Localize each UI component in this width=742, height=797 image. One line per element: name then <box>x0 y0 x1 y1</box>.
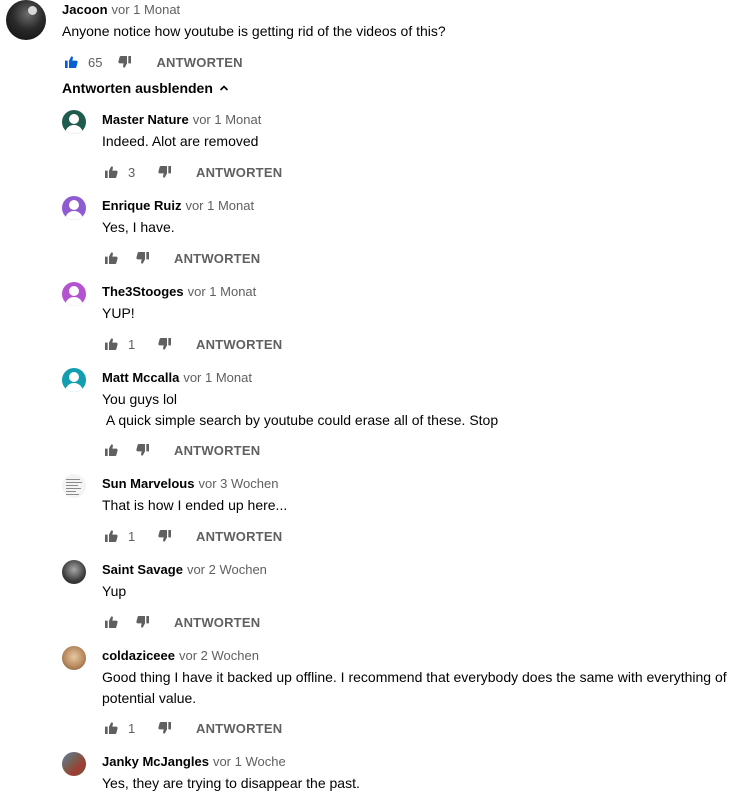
action-bar: 1 ANTWORTEN <box>102 332 282 356</box>
thumbs-up-icon[interactable] <box>102 719 120 737</box>
thumbs-down-icon[interactable] <box>156 163 174 181</box>
author-line: Sun Marvelous vor 3 Wochen <box>102 476 278 491</box>
like-count: 65 <box>88 54 103 70</box>
reply-button[interactable]: ANTWORTEN <box>174 443 260 458</box>
comment-time[interactable]: vor 3 Wochen <box>198 476 278 491</box>
reply-button[interactable]: ANTWORTEN <box>156 55 242 70</box>
author-line: Enrique Ruiz vor 1 Monat <box>102 198 254 213</box>
thumbs-up-icon[interactable] <box>102 441 120 459</box>
author-name[interactable]: Saint Savage <box>102 562 183 577</box>
comment-text: Good thing I have it backed up offline. … <box>102 669 731 706</box>
thumbs-down-icon[interactable] <box>134 613 152 631</box>
author-name[interactable]: Jacoon <box>62 2 108 17</box>
comment-text: Indeed. Alot are removed <box>102 133 259 149</box>
action-bar: ANTWORTEN <box>102 610 260 634</box>
reply-button[interactable]: ANTWORTEN <box>174 615 260 630</box>
like-count: 1 <box>128 336 136 352</box>
thumbs-down-icon[interactable] <box>134 249 152 267</box>
author-line: Master Nature vor 1 Monat <box>102 112 261 127</box>
action-bar: 65 ANTWORTEN <box>62 50 243 74</box>
comment-time[interactable]: vor 1 Monat <box>188 284 257 299</box>
author-name[interactable]: The3Stooges <box>102 284 184 299</box>
comment-text: Yes, I have. <box>102 219 175 235</box>
action-bar: ANTWORTEN <box>102 438 260 462</box>
thumbs-down-icon[interactable] <box>156 335 174 353</box>
hide-replies-button[interactable]: Antworten ausblenden <box>62 80 229 96</box>
author-name[interactable]: Sun Marvelous <box>102 476 194 491</box>
comment-time[interactable]: vor 2 Wochen <box>179 648 259 663</box>
action-bar: 1 ANTWORTEN <box>102 716 282 740</box>
action-bar: ANTWORTEN <box>102 246 260 270</box>
thumbs-up-icon[interactable] <box>102 335 120 353</box>
like-count: 1 <box>128 528 136 544</box>
chevron-up-icon <box>219 85 228 91</box>
thumbs-up-icon[interactable] <box>102 249 120 267</box>
thumbs-down-icon[interactable] <box>134 441 152 459</box>
avatar[interactable] <box>62 196 86 220</box>
author-line: The3Stooges vor 1 Monat <box>102 284 256 299</box>
thumbs-down-icon[interactable] <box>156 527 174 545</box>
avatar[interactable] <box>6 0 46 40</box>
avatar[interactable] <box>62 752 86 776</box>
reply-button[interactable]: ANTWORTEN <box>196 529 282 544</box>
avatar[interactable] <box>62 110 86 134</box>
comment-time[interactable]: vor 2 Wochen <box>187 562 267 577</box>
comment-time[interactable]: vor 1 Monat <box>193 112 262 127</box>
author-name[interactable]: coldaziceee <box>102 648 175 663</box>
thumbs-up-icon[interactable] <box>62 53 80 71</box>
comment-text: Anyone notice how youtube is getting rid… <box>62 23 446 39</box>
like-count: 3 <box>128 164 136 180</box>
reply-button[interactable]: ANTWORTEN <box>196 337 282 352</box>
author-name[interactable]: Master Nature <box>102 112 189 127</box>
author-line: Matt Mccalla vor 1 Monat <box>102 370 252 385</box>
comment-text: Yes, they are trying to disappear the pa… <box>102 775 360 791</box>
avatar[interactable] <box>62 474 86 498</box>
author-line: coldaziceee vor 2 Wochen <box>102 648 259 663</box>
hide-replies-label: Antworten ausblenden <box>62 80 213 96</box>
avatar[interactable] <box>62 560 86 584</box>
author-name[interactable]: Matt Mccalla <box>102 370 179 385</box>
like-count: 1 <box>128 720 136 736</box>
avatar[interactable] <box>62 368 86 392</box>
comment-text: Yup <box>102 583 127 599</box>
author-name[interactable]: Enrique Ruiz <box>102 198 181 213</box>
reply-button[interactable]: ANTWORTEN <box>174 251 260 266</box>
thumbs-down-icon[interactable] <box>156 719 174 737</box>
comment-text: You guys lol A quick simple search by yo… <box>102 391 499 428</box>
action-bar: 3 ANTWORTEN <box>102 160 282 184</box>
thumbs-up-icon[interactable] <box>102 613 120 631</box>
comment-text: That is how I ended up here... <box>102 497 288 513</box>
thumbs-down-icon[interactable] <box>116 53 134 71</box>
comment-text: YUP! <box>102 305 135 321</box>
author-line: Saint Savage vor 2 Wochen <box>102 562 267 577</box>
avatar[interactable] <box>62 282 86 306</box>
action-bar: 1 ANTWORTEN <box>102 524 282 548</box>
thumbs-up-icon[interactable] <box>102 527 120 545</box>
reply-button[interactable]: ANTWORTEN <box>196 165 282 180</box>
comment-time[interactable]: vor 1 Monat <box>185 198 254 213</box>
author-name[interactable]: Janky McJangles <box>102 754 209 769</box>
thumbs-up-icon[interactable] <box>102 163 120 181</box>
comment-time[interactable]: vor 1 Monat <box>183 370 252 385</box>
reply-button[interactable]: ANTWORTEN <box>196 721 282 736</box>
avatar[interactable] <box>62 646 86 670</box>
author-line: Jacoon vor 1 Monat <box>62 2 180 17</box>
comment-time[interactable]: vor 1 Monat <box>112 2 181 17</box>
author-line: Janky McJangles vor 1 Woche <box>102 754 286 769</box>
comment-time[interactable]: vor 1 Woche <box>213 754 286 769</box>
